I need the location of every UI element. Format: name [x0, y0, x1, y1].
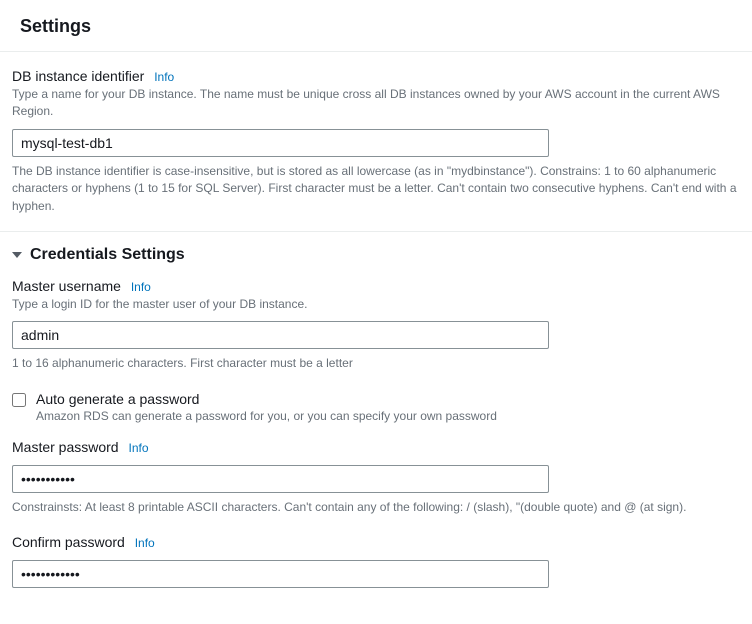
master-username-label: Master username	[12, 278, 121, 294]
master-username-input[interactable]	[12, 321, 549, 349]
master-username-field: Master username Info Type a login ID for…	[12, 278, 740, 373]
master-password-field: Master password Info Constrainsts: At le…	[12, 439, 740, 516]
db-identifier-field: DB instance identifier Info Type a name …	[12, 68, 740, 215]
db-identifier-input[interactable]	[12, 129, 549, 157]
auto-generate-password-checkbox[interactable]	[12, 393, 26, 407]
master-username-hint: 1 to 16 alphanumeric characters. First c…	[12, 355, 740, 372]
auto-generate-password-description: Amazon RDS can generate a password for y…	[36, 409, 497, 423]
db-identifier-info-link[interactable]: Info	[154, 70, 174, 84]
confirm-password-field: Confirm password Info	[12, 534, 740, 594]
panel-header: Settings	[0, 0, 752, 52]
master-username-description: Type a login ID for the master user of y…	[12, 296, 740, 313]
panel-body: DB instance identifier Info Type a name …	[0, 52, 752, 624]
master-password-label: Master password	[12, 439, 119, 455]
credentials-section-title: Credentials Settings	[30, 246, 185, 264]
db-identifier-label: DB instance identifier	[12, 68, 144, 84]
confirm-password-label-row: Confirm password Info	[12, 534, 740, 550]
auto-generate-password-text: Auto generate a password Amazon RDS can …	[36, 391, 497, 423]
db-identifier-label-row: DB instance identifier Info	[12, 68, 740, 84]
credentials-toggle[interactable]: Credentials Settings	[12, 246, 740, 264]
auto-generate-password-label: Auto generate a password	[36, 391, 497, 407]
caret-down-icon	[12, 252, 22, 258]
confirm-password-label: Confirm password	[12, 534, 125, 550]
confirm-password-input[interactable]	[12, 560, 549, 588]
db-identifier-description: Type a name for your DB instance. The na…	[12, 86, 740, 121]
confirm-password-info-link[interactable]: Info	[135, 536, 155, 550]
page-title: Settings	[20, 16, 732, 37]
master-username-label-row: Master username Info	[12, 278, 740, 294]
master-password-input[interactable]	[12, 465, 549, 493]
master-password-info-link[interactable]: Info	[128, 441, 148, 455]
master-password-label-row: Master password Info	[12, 439, 740, 455]
auto-generate-password-row: Auto generate a password Amazon RDS can …	[12, 391, 740, 423]
section-divider	[0, 231, 752, 232]
master-password-hint: Constrainsts: At least 8 printable ASCII…	[12, 499, 740, 516]
master-username-info-link[interactable]: Info	[131, 280, 151, 294]
db-identifier-hint: The DB instance identifier is case-insen…	[12, 163, 740, 215]
